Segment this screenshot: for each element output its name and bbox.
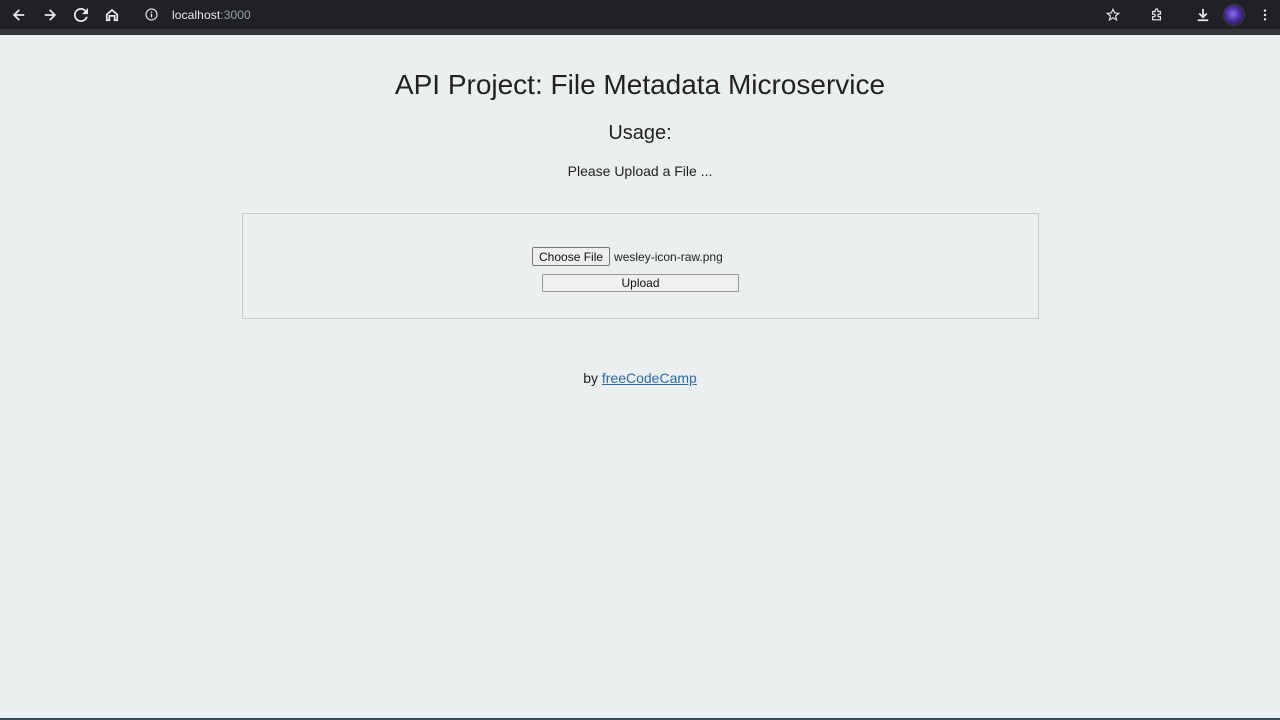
extensions-icon[interactable] (1142, 1, 1172, 29)
toolbar-actions (1098, 0, 1280, 29)
selected-file-name: wesley-icon-raw.png (614, 249, 723, 264)
menu-icon[interactable] (1250, 1, 1280, 29)
url-host: localhost (172, 7, 221, 22)
browser-toolbar: localhost:3000 (0, 0, 1280, 29)
back-icon[interactable] (3, 1, 34, 29)
address-bar[interactable]: localhost:3000 (136, 2, 1146, 27)
home-icon[interactable] (96, 1, 127, 29)
profile-avatar[interactable] (1218, 1, 1250, 29)
download-icon[interactable] (1188, 1, 1218, 29)
choose-file-button[interactable]: Choose File (532, 247, 611, 266)
avatar (1223, 3, 1245, 26)
upload-form: Choose File wesley-icon-raw.png Upload (242, 213, 1039, 319)
page-content: API Project: File Metadata Microservice … (0, 35, 1280, 720)
upload-button[interactable]: Upload (542, 274, 739, 292)
bookmark-star-icon[interactable] (1098, 1, 1128, 29)
url-port: :3000 (220, 7, 251, 22)
reload-icon[interactable] (65, 1, 96, 29)
footer-by-text: by (583, 370, 598, 386)
footer: by freeCodeCamp (0, 370, 1280, 386)
file-input[interactable]: Choose File wesley-icon-raw.png (532, 247, 723, 266)
site-info-icon[interactable] (142, 6, 160, 24)
upload-instruction: Please Upload a File ... (567, 163, 713, 179)
usage-heading: Usage: (608, 122, 672, 144)
freecodecamp-link[interactable]: freeCodeCamp (602, 370, 697, 386)
page-title: API Project: File Metadata Microservice (394, 69, 886, 100)
forward-icon[interactable] (34, 1, 65, 29)
url-text[interactable]: localhost:3000 (172, 8, 251, 22)
